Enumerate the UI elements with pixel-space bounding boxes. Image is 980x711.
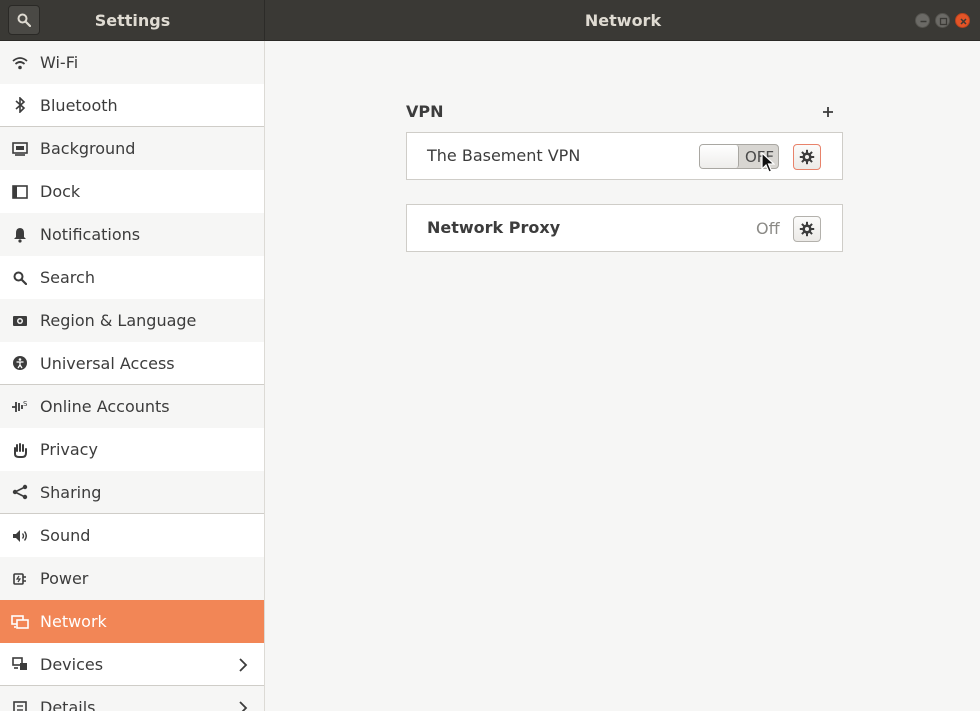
sidebar-item-sharing[interactable]: Sharing xyxy=(0,471,264,514)
sidebar-item-sound[interactable]: Sound xyxy=(0,514,264,557)
mouse-cursor-icon xyxy=(761,151,776,178)
sidebar-item-background[interactable]: Background xyxy=(0,127,264,170)
vpn-section-title: VPN xyxy=(406,102,444,121)
sidebar-item-bluetooth[interactable]: Bluetooth xyxy=(0,84,264,127)
details-icon xyxy=(10,698,30,711)
chevron-right-icon xyxy=(238,700,248,711)
svg-text:S: S xyxy=(23,400,28,408)
vpn-settings-button[interactable] xyxy=(793,144,821,170)
sidebar: Wi-Fi Bluetooth Background Dock Notifica… xyxy=(0,41,265,711)
devices-icon xyxy=(10,654,30,674)
wifi-icon xyxy=(10,53,30,73)
plus-icon xyxy=(823,107,833,117)
network-icon xyxy=(10,612,30,632)
dock-icon xyxy=(10,182,30,202)
chevron-right-icon xyxy=(238,657,248,676)
vpn-connection-row: The Basement VPN OFF xyxy=(406,132,843,180)
power-icon xyxy=(10,569,30,589)
sidebar-item-label: Notifications xyxy=(40,225,141,244)
sidebar-item-power[interactable]: Power xyxy=(0,557,264,600)
sidebar-item-label: Network xyxy=(40,612,107,631)
online-accounts-icon: S xyxy=(10,397,30,417)
background-icon xyxy=(10,139,30,159)
search-icon xyxy=(10,268,30,288)
sidebar-title: Settings xyxy=(94,11,171,30)
sidebar-item-label: Online Accounts xyxy=(40,397,170,416)
bell-icon xyxy=(10,225,30,245)
share-icon xyxy=(10,482,30,502)
maximize-button[interactable] xyxy=(935,13,950,28)
minimize-button[interactable] xyxy=(915,13,930,28)
sidebar-item-label: Bluetooth xyxy=(40,95,118,115)
gear-icon xyxy=(799,149,815,165)
sidebar-item-region-language[interactable]: Region & Language xyxy=(0,299,264,342)
sidebar-item-privacy[interactable]: Privacy xyxy=(0,428,264,471)
sidebar-item-label: Wi-Fi xyxy=(40,53,79,72)
header-bar: Settings Network xyxy=(0,0,980,41)
sidebar-item-details[interactable]: Details xyxy=(0,686,264,711)
sidebar-item-search[interactable]: Search xyxy=(0,256,264,299)
sidebar-item-label: Sharing xyxy=(40,482,102,502)
proxy-settings-button[interactable] xyxy=(793,216,821,242)
sidebar-item-label: Background xyxy=(40,139,136,158)
close-button[interactable] xyxy=(955,13,970,28)
close-icon xyxy=(960,18,967,25)
sidebar-item-dock[interactable]: Dock xyxy=(0,170,264,213)
sidebar-item-wifi[interactable]: Wi-Fi xyxy=(0,41,264,84)
sidebar-item-label: Details xyxy=(40,698,96,711)
sidebar-item-notifications[interactable]: Notifications xyxy=(0,213,264,256)
proxy-status: Off xyxy=(756,219,780,238)
sidebar-item-label: Dock xyxy=(40,182,81,201)
sidebar-item-universal-access[interactable]: Universal Access xyxy=(0,342,264,385)
gear-icon xyxy=(799,221,815,237)
proxy-name: Network Proxy xyxy=(427,218,561,237)
accessibility-icon xyxy=(10,353,30,373)
speaker-icon xyxy=(10,526,30,546)
bluetooth-icon xyxy=(10,95,30,115)
sidebar-item-label: Universal Access xyxy=(40,353,175,373)
network-panel: VPN The Basement VPN OFF Network Proxy O… xyxy=(266,41,980,711)
sidebar-item-online-accounts[interactable]: S Online Accounts xyxy=(0,385,264,428)
region-icon xyxy=(10,311,30,331)
minimize-icon xyxy=(920,20,927,23)
sidebar-item-label: Sound xyxy=(40,526,91,545)
sidebar-item-label: Devices xyxy=(40,654,104,674)
sidebar-item-network[interactable]: Network xyxy=(0,600,264,643)
sidebar-item-label: Power xyxy=(40,569,89,588)
sidebar-header: Settings xyxy=(0,0,265,41)
hand-icon xyxy=(10,440,30,460)
sidebar-item-label: Region & Language xyxy=(40,311,197,330)
sidebar-item-devices[interactable]: Devices xyxy=(0,643,264,686)
add-vpn-button[interactable] xyxy=(819,103,837,121)
panel-title: Network xyxy=(584,11,662,30)
sidebar-item-label: Search xyxy=(40,268,95,287)
vpn-name: The Basement VPN xyxy=(427,146,581,165)
maximize-icon xyxy=(939,17,948,26)
switch-knob xyxy=(700,145,739,168)
network-proxy-row[interactable]: Network Proxy Off xyxy=(406,204,843,252)
sidebar-item-label: Privacy xyxy=(40,440,98,459)
